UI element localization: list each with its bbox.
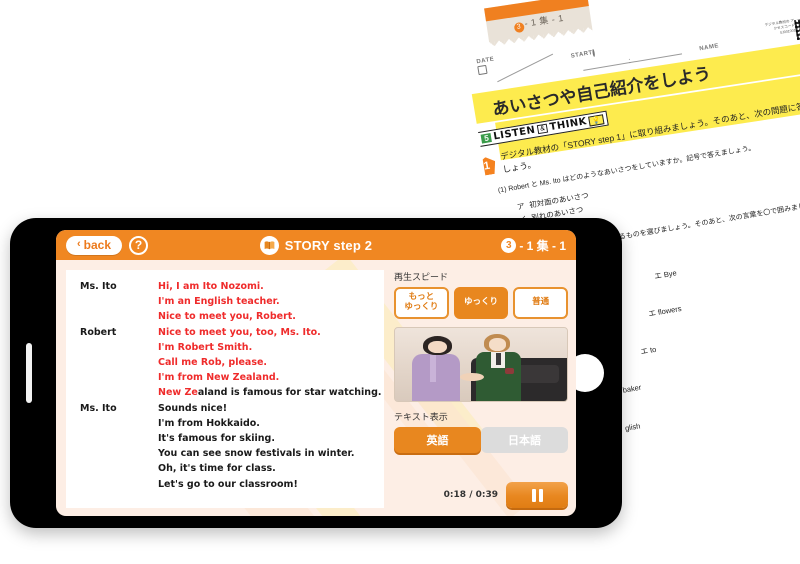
app-header: ‹ back ? STORY step 2 3 - 1 集 - 1 bbox=[56, 230, 576, 260]
speed-button-group: もっと ゆっくり ゆっくり 普通 bbox=[394, 287, 569, 319]
back-button-label: back bbox=[83, 237, 112, 252]
speaker-name: Ms. Ito bbox=[80, 402, 117, 414]
dialogue-line: Oh, it's time for class. bbox=[158, 463, 276, 475]
dialogue-line: I'm an English teacher. bbox=[158, 296, 280, 308]
speed-button-normal[interactable]: 普通 bbox=[513, 287, 569, 319]
player-controls: 0:18 / 0:39 bbox=[394, 474, 568, 508]
worksheet-start-field: START bbox=[570, 48, 596, 60]
app-screen: ‹ back ? STORY step 2 3 - 1 集 - 1 Ms. It… bbox=[56, 230, 576, 516]
dialogue-block: Ms. Ito Hi, I am Ito Nozomi. I'm an Engl… bbox=[80, 279, 374, 325]
text-display-toggle: 英語 日本語 bbox=[394, 426, 568, 453]
worksheet-option: エ flowers bbox=[647, 304, 683, 319]
qr-code-icon bbox=[794, 17, 800, 41]
screenshot-root: 3- 1 集 - 1 DATE START : NAME デジタル教材の アクセ… bbox=[0, 0, 800, 564]
dialogue-line: Nice to meet you, Robert. bbox=[158, 311, 296, 323]
karaoke-rest: aland is famous for star watching. bbox=[197, 387, 382, 399]
karaoke-highlight: New Ze bbox=[158, 387, 198, 399]
text-display-label: テキスト表示 bbox=[394, 412, 448, 423]
dialogue-block: Ms. Ito Sounds nice! I'm from Hokkaido. … bbox=[80, 401, 374, 492]
worksheet-option: glish bbox=[624, 421, 641, 433]
control-pane: 再生スピード もっと ゆっくり ゆっくり 普通 テキスト表示 英語 日本語 0:… bbox=[384, 270, 569, 508]
tablet-device: ‹ back ? STORY step 2 3 - 1 集 - 1 Ms. It… bbox=[10, 218, 622, 528]
date-rule bbox=[497, 53, 554, 83]
dialogue-line: Sounds nice! bbox=[158, 402, 228, 414]
speed-slower-line1: もっと bbox=[408, 292, 435, 302]
worksheet-torn-tag: 3- 1 集 - 1 bbox=[484, 0, 593, 49]
chapter-indicator: 3 - 1 集 - 1 bbox=[501, 237, 566, 254]
worksheet-option: baker bbox=[621, 382, 642, 395]
chapter-number: 3 bbox=[501, 237, 517, 253]
dialogue-panel: Ms. Ito Hi, I am Ito Nozomi. I'm an Engl… bbox=[66, 270, 384, 508]
app-body: Ms. Ito Hi, I am Ito Nozomi. I'm an Engl… bbox=[56, 260, 576, 516]
name-label: NAME bbox=[699, 43, 720, 53]
speed-button-slower[interactable]: もっと ゆっくり bbox=[394, 287, 449, 319]
badge-number: 5 bbox=[480, 132, 493, 144]
worksheet-option: エ Bye bbox=[653, 268, 678, 281]
badge-ampersand: & bbox=[536, 123, 549, 135]
dialogue-block: Robert Nice to meet you, too, Ms. Ito. I… bbox=[80, 325, 381, 401]
text-display-english[interactable]: 英語 bbox=[394, 426, 481, 453]
worksheet-tag-label: - 1 集 - 1 bbox=[523, 12, 565, 29]
lightbulb-icon: 💡 bbox=[587, 113, 605, 127]
speed-label: 再生スピード bbox=[394, 273, 449, 283]
volume-button[interactable] bbox=[26, 343, 32, 403]
text-display-japanese[interactable]: 日本語 bbox=[481, 426, 568, 453]
worksheet-tag-circle: 3 bbox=[513, 21, 525, 34]
dialogue-line: You can see snow festivals in winter. bbox=[158, 448, 355, 460]
book-icon bbox=[259, 235, 279, 255]
speaker-name: Ms. Ito bbox=[80, 281, 117, 292]
dialogue-line: It's famous for skiing. bbox=[158, 433, 275, 445]
playback-time: 0:18 / 0:39 bbox=[443, 490, 498, 500]
worksheet-date-field: DATE bbox=[476, 56, 496, 76]
chevron-left-icon: ‹ bbox=[77, 238, 81, 250]
speaker-name: Robert bbox=[80, 326, 117, 338]
start-colon: : bbox=[627, 55, 632, 66]
calendar-icon bbox=[477, 64, 488, 76]
video-thumbnail[interactable] bbox=[394, 326, 568, 402]
dialogue-line: Let's go to our classroom! bbox=[158, 478, 298, 490]
pause-button[interactable] bbox=[506, 482, 568, 508]
speed-slower-line2: ゆっくり bbox=[404, 301, 439, 312]
back-button[interactable]: ‹ back bbox=[66, 235, 123, 255]
pause-bar-left bbox=[531, 488, 536, 502]
start-label: START bbox=[570, 50, 594, 60]
dialogue-line: I'm from Hokkaido. bbox=[158, 417, 260, 429]
dialogue-line: Call me Rob, please. bbox=[158, 357, 268, 369]
dialogue-line-active: New Zealand is famous for star watching. bbox=[158, 385, 381, 400]
dialogue-line: I'm from New Zealand. bbox=[158, 372, 280, 384]
pause-bar-right bbox=[538, 488, 543, 502]
dialogue-line: I'm Robert Smith. bbox=[158, 341, 253, 353]
dialogue-line: Hi, I am Ito Nozomi. bbox=[158, 281, 264, 292]
qr-caption: デジタル教材の アクセスコード 0J001001 bbox=[764, 18, 796, 35]
worksheet-option: エ to bbox=[639, 344, 657, 357]
text-display-section: テキスト表示 英語 日本語 bbox=[394, 410, 568, 453]
chapter-label: - 1 集 - 1 bbox=[519, 238, 566, 253]
worksheet-step-number: 1 bbox=[476, 156, 497, 177]
clock-icon bbox=[592, 48, 596, 58]
badge-text-listen: LISTEN bbox=[492, 124, 537, 143]
speed-button-slow[interactable]: ゆっくり bbox=[453, 287, 509, 319]
page-title: STORY step 2 bbox=[284, 237, 373, 253]
badge-text-think: THINK bbox=[548, 116, 588, 134]
dialogue-line: Nice to meet you, too, Ms. Ito. bbox=[158, 326, 321, 338]
help-button[interactable]: ? bbox=[129, 235, 149, 255]
